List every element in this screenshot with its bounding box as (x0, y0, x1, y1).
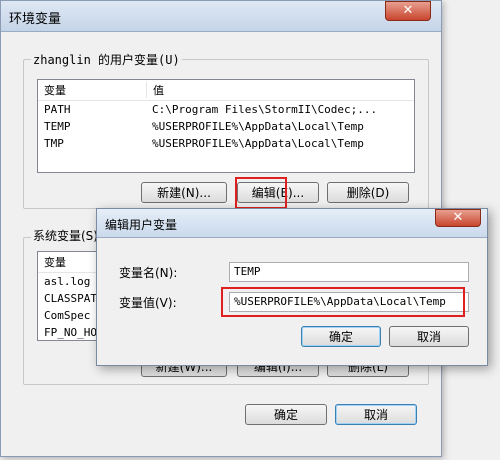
variable-name: TMP (44, 137, 64, 150)
close-icon: ✕ (402, 3, 414, 18)
variable-value: %USERPROFILE%\AppData\Local\Temp (152, 137, 364, 150)
variable-value: C:\Program Files\StormII\Codec;... (152, 103, 378, 116)
variable-value-field[interactable]: %USERPROFILE%\AppData\Local\Temp (229, 292, 469, 312)
table-row[interactable]: TMP %USERPROFILE%\AppData\Local\Temp (38, 135, 414, 152)
column-header-name[interactable]: 变量 (38, 82, 147, 98)
user-variables-list[interactable]: 变量 值 PATH C:\Program Files\StormII\Codec… (37, 79, 415, 173)
variable-value: %USERPROFILE%\AppData\Local\Temp (152, 120, 364, 133)
title-bar[interactable]: 编辑用户变量 ✕ (97, 209, 487, 238)
ok-button[interactable]: 确定 (245, 404, 327, 425)
column-header-value[interactable]: 值 (147, 82, 164, 98)
dialog-title: 编辑用户变量 (105, 218, 178, 232)
user-edit-button[interactable]: 编辑(E)... (237, 182, 319, 203)
close-icon: ✕ (452, 210, 464, 225)
user-delete-button[interactable]: 删除(D) (327, 182, 409, 203)
table-row[interactable]: TEMP %USERPROFILE%\AppData\Local\Temp (38, 118, 414, 135)
variable-value-label: 变量值(V): (119, 296, 177, 310)
variable-name: TEMP (44, 120, 71, 133)
user-variables-label: zhanglin 的用户变量(U) (31, 51, 182, 68)
title-bar[interactable]: 环境变量 ✕ (1, 1, 441, 32)
close-button[interactable]: ✕ (385, 1, 431, 21)
user-new-button[interactable]: 新建(N)... (141, 182, 227, 203)
list-header: 变量 值 (38, 80, 414, 101)
variable-name: ComSpec (44, 309, 91, 322)
cancel-button[interactable]: 取消 (335, 404, 417, 425)
dialog-title: 环境变量 (9, 12, 62, 27)
variable-name-label: 变量名(N): (119, 266, 178, 280)
system-variables-label: 系统变量(S) (31, 227, 100, 244)
close-button[interactable]: ✕ (435, 209, 481, 227)
variable-name: PATH (44, 103, 71, 116)
variable-name: CLASSPATH (44, 292, 104, 305)
cancel-button[interactable]: 取消 (389, 326, 469, 347)
table-row[interactable]: PATH C:\Program Files\StormII\Codec;... (38, 101, 414, 118)
edit-user-variable-dialog: 编辑用户变量 ✕ 变量名(N): TEMP 变量值(V): %USERPROFI… (96, 208, 488, 366)
variable-name-field[interactable]: TEMP (229, 262, 469, 282)
ok-button[interactable]: 确定 (301, 326, 381, 347)
variable-name: asl.log (44, 275, 91, 288)
